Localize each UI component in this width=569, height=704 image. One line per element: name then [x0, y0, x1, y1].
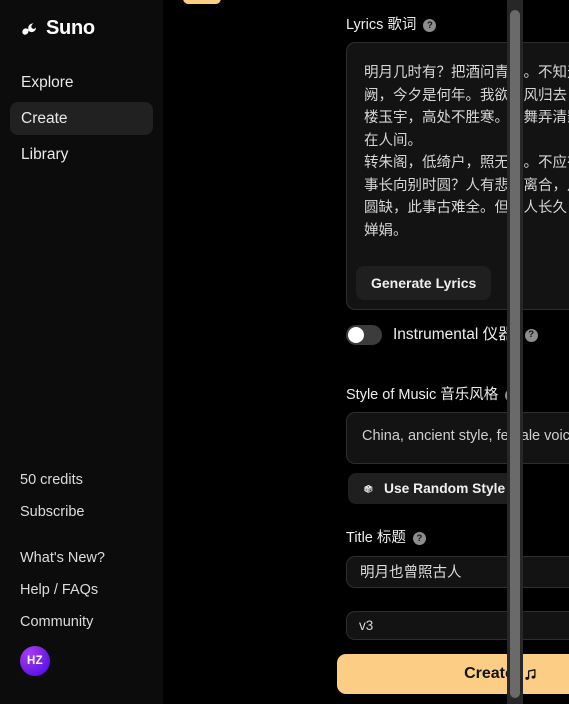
sidebar-item-create[interactable]: Create: [10, 102, 153, 135]
style-of-music-label: Style of Music 音乐风格: [346, 387, 499, 403]
style-of-music-input[interactable]: China, ancient style, female voice: [346, 412, 569, 464]
create-button[interactable]: Create: [337, 654, 569, 694]
model-version-value: v3: [359, 617, 374, 633]
style-label-row: Style of Music 音乐风格 ?: [346, 387, 519, 404]
title-input[interactable]: 明月也曾照古人: [346, 556, 569, 588]
create-form-panel: Lyrics 歌词 ? 明月几时有？把酒问青天。不知天上宫阙，今夕是何年。我欲乘…: [163, 0, 569, 704]
subscribe-link[interactable]: Subscribe: [20, 504, 143, 521]
music-note-icon: [525, 668, 536, 680]
lyrics-label: Lyrics 歌词: [346, 17, 417, 33]
cut-off-pill-button[interactable]: [183, 0, 221, 4]
toggle-knob: [348, 327, 364, 343]
dice-icon: [364, 484, 373, 493]
use-random-style-label: Use Random Style: [384, 481, 506, 496]
instrumental-label: Instrumental 仪器: [393, 326, 514, 343]
lyrics-textarea[interactable]: 明月几时有？把酒问青天。不知天上宫阙，今夕是何年。我欲乘风归去，又恐琼楼玉宇，高…: [346, 42, 569, 310]
lyrics-label-row: Lyrics 歌词 ?: [346, 17, 437, 34]
sidebar-item-explore[interactable]: Explore: [10, 66, 153, 99]
primary-nav: Explore Create Library: [0, 66, 163, 171]
use-random-style-button[interactable]: Use Random Style: [348, 473, 520, 504]
help-circle-icon[interactable]: ?: [423, 19, 437, 32]
sidebar: Suno Explore Create Library 50 credits S…: [0, 0, 163, 704]
help-faqs-link[interactable]: Help / FAQs: [20, 582, 143, 599]
whats-new-link[interactable]: What's New?: [20, 550, 143, 567]
scrollbar-track[interactable]: [507, 0, 523, 704]
suno-wave-icon: [22, 23, 37, 35]
suno-create-page: Suno Explore Create Library 50 credits S…: [0, 0, 569, 704]
title-label-row: Title 标题 ?: [346, 530, 426, 547]
sidebar-item-library[interactable]: Library: [10, 138, 153, 171]
avatar[interactable]: HZ: [20, 646, 50, 676]
credits-label: 50 credits: [20, 472, 83, 488]
model-version-select[interactable]: v3: [346, 611, 569, 640]
community-link[interactable]: Community: [20, 614, 143, 631]
generate-lyrics-button[interactable]: Generate Lyrics: [356, 266, 492, 300]
help-circle-icon[interactable]: ?: [524, 328, 538, 342]
instrumental-toggle[interactable]: [346, 325, 382, 345]
brand-logo[interactable]: Suno: [0, 0, 163, 42]
style-of-music-value: China, ancient style, female voice: [362, 428, 569, 444]
scrollbar-thumb[interactable]: [510, 10, 520, 698]
lyrics-text-value: 明月几时有？把酒问青天。不知天上宫阙，今夕是何年。我欲乘风归去，又恐琼楼玉宇，高…: [364, 65, 569, 239]
help-circle-icon[interactable]: ?: [412, 532, 426, 545]
sidebar-footer: 50 credits Subscribe What's New? Help / …: [0, 472, 163, 676]
brand-name: Suno: [46, 17, 95, 39]
title-label: Title 标题: [346, 530, 406, 546]
title-value: 明月也曾照古人: [360, 565, 462, 581]
